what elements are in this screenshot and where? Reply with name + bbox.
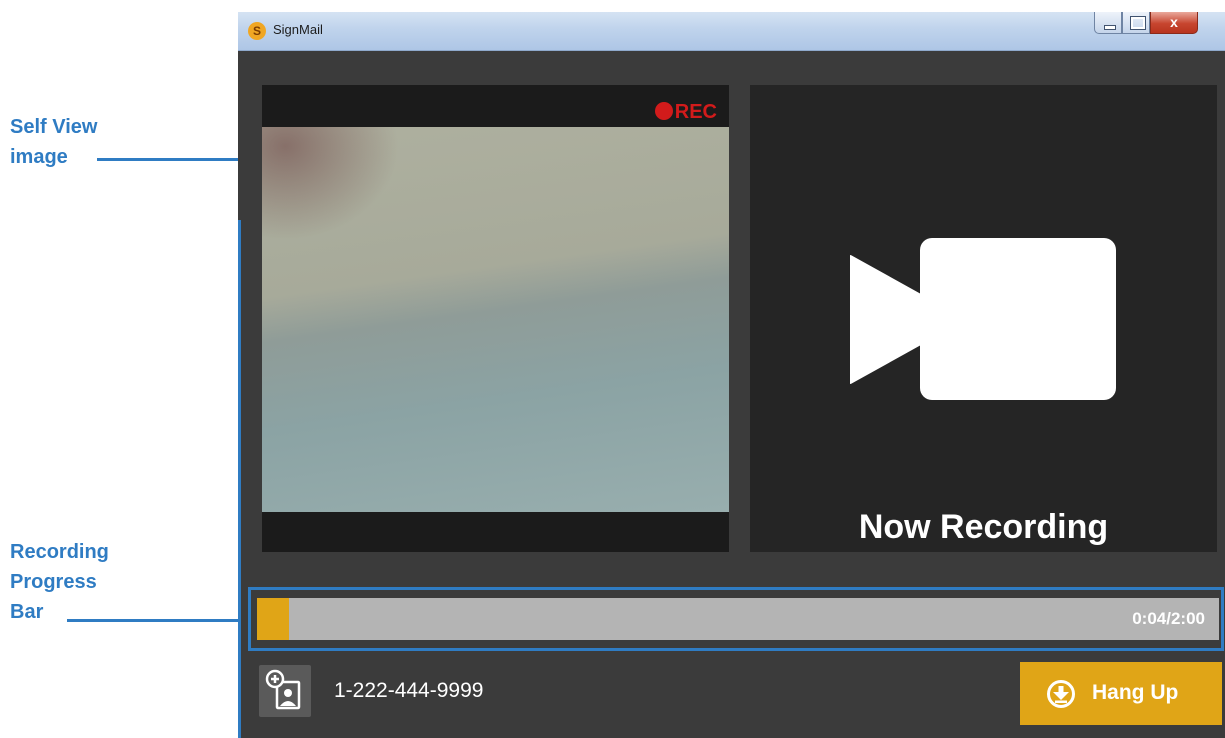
minimize-button[interactable] xyxy=(1094,12,1122,34)
recording-progress-bar: 0:04/2:00 xyxy=(257,598,1219,640)
hang-up-button[interactable]: Hang Up xyxy=(1020,662,1222,725)
progress-time: 0:04/2:00 xyxy=(1132,609,1205,628)
rec-label: REC xyxy=(674,101,717,123)
add-contact-button[interactable] xyxy=(259,665,311,717)
download-circle-icon xyxy=(1047,680,1075,708)
progress-fill xyxy=(257,598,289,640)
self-view-image xyxy=(262,127,729,512)
record-dot-icon xyxy=(654,102,673,120)
add-contact-icon xyxy=(265,669,301,710)
annotation-progress-bar-label: Recording Progress Bar xyxy=(10,537,109,627)
annotation-self-view-label: Self View image xyxy=(10,112,97,172)
phone-number: 1-222-444-9999 xyxy=(334,679,484,702)
annotation-line-2: image xyxy=(10,146,68,168)
annotation-line-1: Recording xyxy=(10,541,109,563)
self-view-panel: REC xyxy=(262,85,729,552)
maximize-icon xyxy=(1130,16,1146,30)
window-left-accent xyxy=(238,220,241,738)
window-title: SignMail xyxy=(273,22,323,37)
close-button[interactable]: x xyxy=(1150,12,1198,34)
annotation-pointer-line xyxy=(67,619,248,622)
signmail-logo-icon: S xyxy=(248,22,266,40)
annotation-line-1: Self View xyxy=(10,116,98,138)
title-bar[interactable]: S SignMail x xyxy=(238,12,1225,51)
hang-up-label: Hang Up xyxy=(1092,681,1179,704)
video-camera-icon xyxy=(850,238,1116,400)
annotation-line-2: Progress xyxy=(10,571,97,593)
annotation-line-3: Bar xyxy=(10,601,44,623)
minimize-icon xyxy=(1104,25,1116,30)
rec-indicator: REC xyxy=(654,101,717,123)
recording-status-text: Now Recording xyxy=(858,508,1109,546)
recording-status-panel: Now Recording xyxy=(750,85,1217,552)
maximize-button[interactable] xyxy=(1122,12,1150,34)
